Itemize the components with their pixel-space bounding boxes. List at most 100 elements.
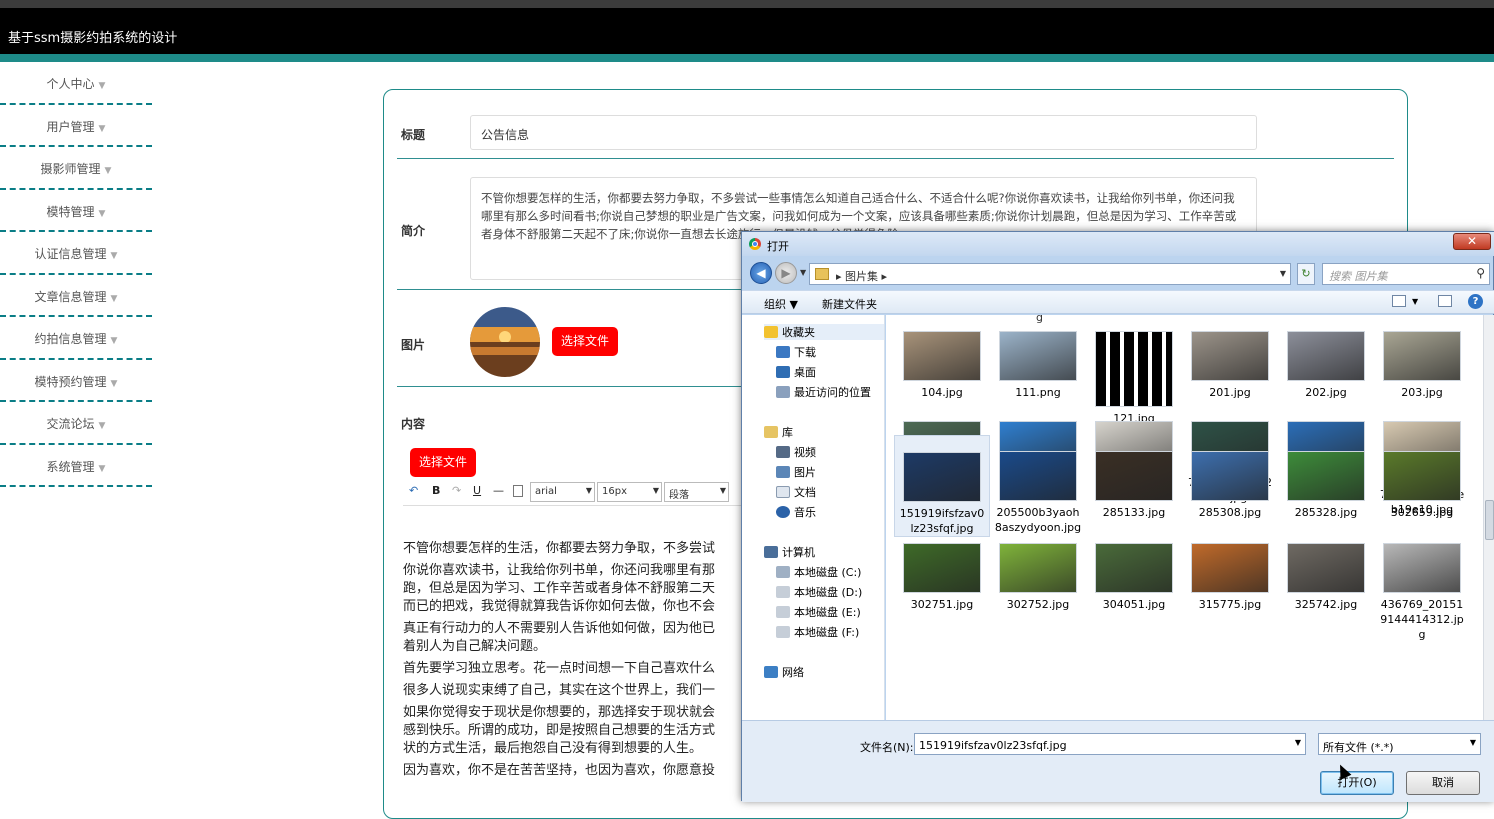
- file-tile[interactable]: 202.jpg: [1278, 331, 1374, 400]
- sidebar-item-shoot-management[interactable]: 约拍信息管理 ▼: [0, 317, 152, 360]
- nav-documents[interactable]: 文档: [776, 484, 816, 500]
- nav-downloads[interactable]: 下载: [776, 344, 816, 360]
- sidebar-item-forum[interactable]: 交流论坛 ▼: [0, 402, 152, 445]
- sidebar-item-model-management[interactable]: 模特管理 ▼: [0, 190, 152, 232]
- file-tile[interactable]: 302752.jpg: [990, 543, 1086, 612]
- file-tile[interactable]: 201.jpg: [1182, 331, 1278, 400]
- refresh-button[interactable]: ↻: [1297, 263, 1315, 285]
- close-button[interactable]: ✕: [1453, 233, 1491, 250]
- image-thumbnail: [1383, 543, 1461, 593]
- paragraph-select[interactable]: 段落 ▼: [664, 482, 729, 502]
- sidebar-item-user-management[interactable]: 用户管理 ▼: [0, 105, 152, 147]
- disk-icon: [776, 606, 790, 618]
- view-options-icon[interactable]: [1392, 295, 1406, 307]
- choose-image-file-button[interactable]: 选择文件: [552, 327, 619, 356]
- sidebar-item-label: 摄影师管理: [40, 162, 101, 176]
- sidebar-item-label: 文章信息管理: [34, 289, 107, 304]
- nav-computer[interactable]: 计算机: [764, 544, 815, 560]
- file-name: 104.jpg: [921, 386, 963, 399]
- chevron-down-icon[interactable]: ▼: [1412, 297, 1418, 306]
- image-label: 图片: [401, 338, 426, 352]
- font-family-select[interactable]: arial ▼: [530, 482, 595, 502]
- bold-icon[interactable]: B: [432, 484, 440, 497]
- nav-disk-e[interactable]: 本地磁盘 (E:): [776, 604, 861, 620]
- intro-label: 简介: [401, 224, 426, 238]
- dialog-titlebar[interactable]: 打开 ✕: [742, 232, 1494, 256]
- nav-videos[interactable]: 视频: [776, 444, 816, 460]
- file-tile[interactable]: 151919ifsfzav0lz23sfqf.jpg: [894, 435, 990, 537]
- file-name: 302751.jpg: [910, 598, 974, 611]
- nav-recent[interactable]: 最近访问的位置: [776, 384, 871, 400]
- filetype-select[interactable]: 所有文件 (*.*) ▼: [1318, 733, 1481, 755]
- underline-icon[interactable]: U: [473, 484, 481, 497]
- help-icon[interactable]: ?: [1468, 294, 1483, 309]
- organize-menu[interactable]: 组织 ▼: [764, 296, 798, 312]
- nav-library[interactable]: 库: [764, 424, 793, 440]
- new-folder-button[interactable]: 新建文件夹: [822, 296, 877, 312]
- nav-desktop[interactable]: 桌面: [776, 364, 816, 380]
- chevron-down-icon[interactable]: ▼: [1280, 269, 1286, 278]
- choose-content-file-button[interactable]: 选择文件: [410, 448, 477, 477]
- navigation-pane: 收藏夹 下载 桌面 最近访问的位置 库 视频 图片 文档 音乐 计算机 本地磁盘…: [742, 315, 885, 720]
- file-name: 205500b3yaoh8aszydyoon.jpg: [994, 506, 1082, 534]
- cancel-button[interactable]: 取消: [1406, 771, 1480, 795]
- image-thumbnail: [999, 331, 1077, 381]
- sidebar-item-article-management[interactable]: 文章信息管理 ▼: [0, 275, 152, 317]
- chrome-icon: [749, 238, 761, 250]
- rich-text-editor[interactable]: 不管你想要怎样的生活，你都要去努力争取，不多尝试 你说你喜欢读书，让我给你列书单…: [403, 505, 748, 805]
- horizontal-rule-icon[interactable]: —: [493, 484, 504, 497]
- sidebar-item-photographer-management[interactable]: 摄影师管理 ▼: [0, 147, 152, 190]
- file-tile[interactable]: 285328.jpg: [1278, 451, 1374, 520]
- nav-network[interactable]: 网络: [764, 664, 804, 680]
- nav-label: 音乐: [794, 506, 816, 519]
- file-tile[interactable]: 285133.jpg: [1086, 451, 1182, 520]
- undo-icon[interactable]: ↶: [409, 484, 418, 497]
- sidebar-item-personal-center[interactable]: 个人中心 ▼: [0, 62, 152, 105]
- nav-disk-c[interactable]: 本地磁盘 (C:): [776, 564, 861, 580]
- file-tile[interactable]: 205500b3yaoh8aszydyoon.jpg: [990, 451, 1086, 535]
- title-input[interactable]: 公告信息: [470, 115, 1257, 150]
- file-tile[interactable]: 121.jpg: [1086, 331, 1182, 426]
- scrollbar-thumb[interactable]: [1485, 500, 1494, 540]
- file-tile[interactable]: 436769_201519144414312.jpg: [1374, 543, 1470, 642]
- sidebar-item-certification-management[interactable]: 认证信息管理 ▼: [0, 232, 152, 275]
- disk-icon: [776, 586, 790, 598]
- file-tile[interactable]: 302659.jpg: [1374, 451, 1470, 520]
- search-input[interactable]: 搜索 图片集 ⚲: [1322, 263, 1490, 285]
- redo-icon[interactable]: ↷: [452, 484, 461, 497]
- file-name: 111.png: [1015, 386, 1061, 399]
- pictures-icon: [776, 466, 790, 478]
- back-button[interactable]: ◀: [750, 262, 772, 284]
- app-title: 基于ssm摄影约拍系统的设计: [8, 31, 178, 46]
- document-icon[interactable]: [513, 485, 523, 497]
- file-tile[interactable]: 111.png: [990, 331, 1086, 400]
- search-icon: ⚲: [1476, 266, 1485, 280]
- vertical-scrollbar[interactable]: [1483, 315, 1494, 720]
- sidebar-item-model-booking-management[interactable]: 模特预约管理 ▼: [0, 360, 152, 402]
- file-tile[interactable]: 302751.jpg: [894, 543, 990, 612]
- forward-button[interactable]: ▶: [775, 262, 797, 284]
- nav-music[interactable]: 音乐: [776, 504, 816, 520]
- file-tile[interactable]: 304051.jpg: [1086, 543, 1182, 612]
- path-segment[interactable]: 图片集: [845, 270, 878, 283]
- nav-disk-f[interactable]: 本地磁盘 (F:): [776, 624, 859, 640]
- sidebar: 个人中心 ▼ 用户管理 ▼ 摄影师管理 ▼ 模特管理 ▼ 认证信息管理 ▼ 文章信息管理 ▼…: [0, 62, 152, 487]
- file-tile[interactable]: 285308.jpg: [1182, 451, 1278, 520]
- nav-favorites[interactable]: 收藏夹: [764, 324, 884, 340]
- file-tile[interactable]: 315775.jpg: [1182, 543, 1278, 612]
- open-button[interactable]: 打开(O): [1320, 771, 1394, 795]
- chevron-down-icon: ▼: [98, 421, 106, 431]
- file-tile[interactable]: 104.jpg: [894, 331, 990, 400]
- chevron-down-icon[interactable]: ▼: [1295, 738, 1301, 747]
- nav-disk-d[interactable]: 本地磁盘 (D:): [776, 584, 862, 600]
- nav-pictures[interactable]: 图片: [776, 464, 816, 480]
- file-tile[interactable]: 325742.jpg: [1278, 543, 1374, 612]
- path-breadcrumb[interactable]: ▸ 图片集 ▸ ▼: [809, 263, 1291, 285]
- filename-input[interactable]: 151919ifsfzav0lz23sfqf.jpg ▼: [914, 733, 1306, 755]
- sidebar-item-system-management[interactable]: 系统管理 ▼: [0, 445, 152, 487]
- library-icon: [764, 426, 778, 438]
- recent-pages-dropdown[interactable]: ▼: [800, 268, 806, 277]
- file-tile[interactable]: 203.jpg: [1374, 331, 1470, 400]
- preview-pane-icon[interactable]: [1438, 295, 1452, 307]
- font-size-select[interactable]: 16px ▼: [597, 482, 662, 502]
